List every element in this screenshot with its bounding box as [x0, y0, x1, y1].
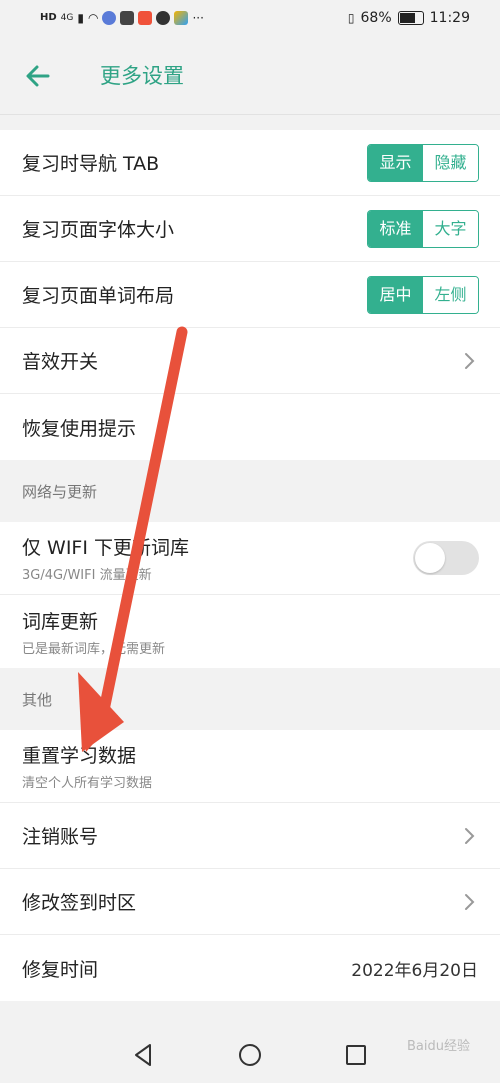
segment-option-left[interactable]: 左侧 [423, 277, 478, 313]
segment-option-center[interactable]: 居中 [368, 277, 423, 313]
word-layout-segment: 居中 左侧 [367, 276, 479, 314]
app-bar: 更多设置 [0, 38, 500, 115]
segment-option-hide[interactable]: 隐藏 [423, 145, 478, 181]
repair-time-value: 2022年6月20日 [351, 960, 478, 981]
app-icon-4 [156, 11, 171, 25]
setting-title: 音效开关 [22, 351, 99, 373]
settings-group-other: 重置学习数据 清空个人所有学习数据 注销账号 修改签到时区 修复时间 2022年… [0, 730, 500, 1001]
battery-icon [397, 11, 424, 25]
setting-row-sound-effects[interactable]: 音效开关 [0, 328, 500, 394]
wifi-only-toggle[interactable] [413, 541, 479, 575]
setting-row-font-size: 复习页面字体大小 标准 大字 [0, 196, 500, 262]
app-icon-5 [174, 11, 189, 25]
setting-title: 词库更新 [22, 610, 99, 633]
status-bar: HD 4G ▮ ◠ ··· ▯ 68% 11:29 [0, 0, 500, 38]
segment-option-show[interactable]: 显示 [368, 145, 423, 181]
app-icon-3 [138, 11, 153, 25]
system-nav-bar: Baidu经验 [0, 1027, 500, 1083]
setting-title: 复习时导航 TAB [22, 153, 160, 175]
hd-icon: HD [40, 12, 57, 23]
battery-percent: 68% [360, 10, 392, 26]
watermark-logo: Baidu经验 [407, 1039, 470, 1054]
status-right: ▯ 68% 11:29 [348, 10, 470, 26]
setting-subtitle: 3G/4G/WIFI 流量更新 [22, 568, 152, 583]
chevron-right-icon [465, 828, 475, 844]
nav-tab-segment: 显示 隐藏 [367, 144, 479, 182]
section-header-other: 其他 [0, 668, 500, 730]
setting-title: 重置学习数据 [22, 745, 137, 767]
toggle-knob [415, 543, 445, 573]
chevron-right-icon [465, 894, 475, 910]
app-icon-2 [120, 11, 135, 25]
nav-back-icon[interactable] [130, 1041, 158, 1069]
signal-bars-icon: ▮ [77, 11, 84, 25]
setting-subtitle: 已是最新词库，无需更新 [22, 641, 166, 657]
status-left: HD 4G ▮ ◠ ··· [40, 10, 204, 26]
setting-row-restore-tips[interactable]: 恢复使用提示 [0, 394, 500, 460]
chevron-right-icon [465, 353, 475, 369]
setting-row-checkin-timezone[interactable]: 修改签到时区 [0, 869, 500, 935]
setting-title: 复习页面单词布局 [22, 285, 175, 307]
segment-option-standard[interactable]: 标准 [368, 211, 423, 247]
setting-title: 注销账号 [22, 826, 99, 848]
font-size-segment: 标准 大字 [367, 210, 479, 248]
setting-row-library-update[interactable]: 词库更新 已是最新词库，无需更新 [0, 595, 500, 668]
setting-row-word-layout: 复习页面单词布局 居中 左侧 [0, 262, 500, 328]
app-icon-1 [102, 11, 117, 25]
setting-title: 修复时间 [22, 958, 99, 981]
setting-subtitle: 清空个人所有学习数据 [22, 776, 153, 791]
setting-title: 复习页面字体大小 [22, 219, 175, 241]
more-notifications-icon: ··· [192, 11, 204, 25]
settings-group-network: 仅 WIFI 下更新词库 3G/4G/WIFI 流量更新 词库更新 已是最新词库… [0, 522, 500, 668]
settings-content: 复习时导航 TAB 显示 隐藏 复习页面字体大小 标准 大字 复习页面单词布局 … [0, 130, 500, 1001]
signal-4g-icon: 4G [60, 13, 74, 23]
page-title: 更多设置 [100, 64, 184, 88]
section-header-network: 网络与更新 [0, 460, 500, 522]
back-arrow-icon[interactable] [22, 60, 54, 92]
setting-title: 恢复使用提示 [22, 417, 137, 440]
setting-row-reset-data[interactable]: 重置学习数据 清空个人所有学习数据 [0, 730, 500, 803]
settings-group-review: 复习时导航 TAB 显示 隐藏 复习页面字体大小 标准 大字 复习页面单词布局 … [0, 130, 500, 460]
clock: 11:29 [429, 10, 470, 26]
nav-recents-icon[interactable] [342, 1041, 370, 1069]
nav-home-icon[interactable] [236, 1041, 264, 1069]
setting-row-review-nav-tab: 复习时导航 TAB 显示 隐藏 [0, 130, 500, 196]
setting-row-repair-time[interactable]: 修复时间 2022年6月20日 [0, 935, 500, 1001]
segment-option-large[interactable]: 大字 [423, 211, 478, 247]
setting-row-wifi-only: 仅 WIFI 下更新词库 3G/4G/WIFI 流量更新 [0, 522, 500, 595]
setting-row-delete-account[interactable]: 注销账号 [0, 803, 500, 869]
vibrate-icon: ▯ [347, 11, 355, 25]
setting-title: 仅 WIFI 下更新词库 [22, 537, 190, 559]
setting-title: 修改签到时区 [22, 892, 137, 914]
wifi-icon: ◠ [87, 11, 99, 25]
